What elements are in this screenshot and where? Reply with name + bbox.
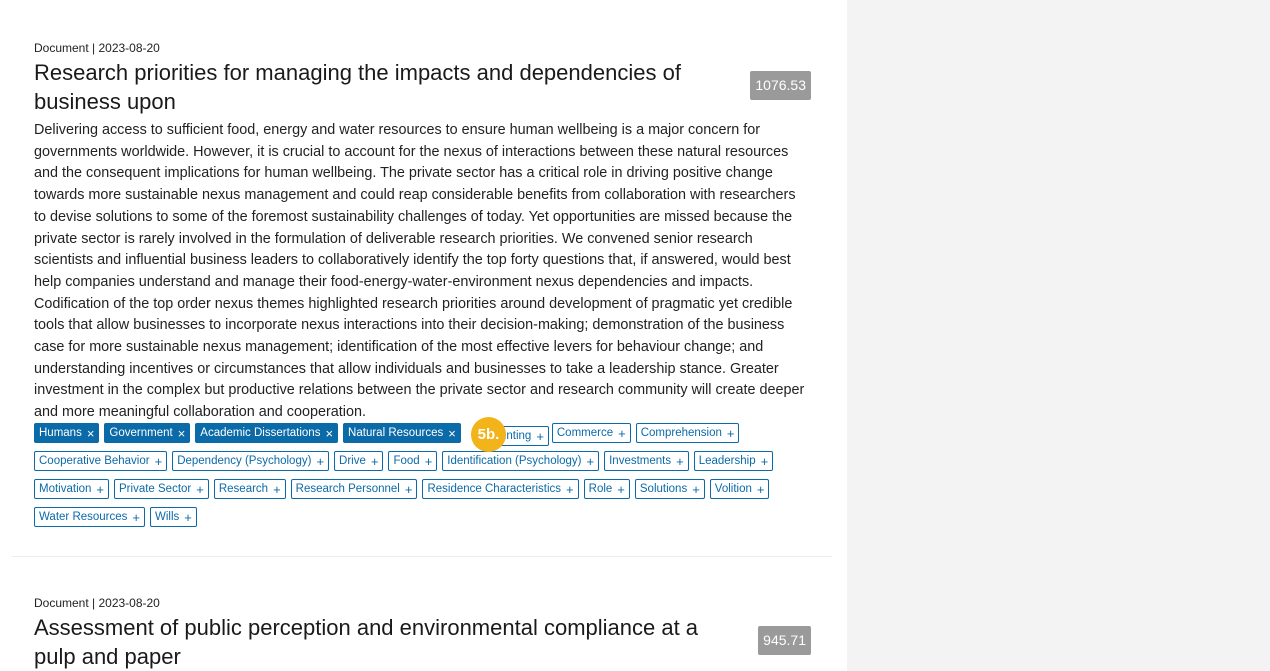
- tag[interactable]: Commerce +: [551, 423, 631, 443]
- tag-label: Leadership: [698, 455, 756, 467]
- result-card: Document | 2023-08-20 Assessment of publ…: [34, 595, 811, 671]
- tag-list: Humans × Government × Academic Dissertatio…: [34, 423, 814, 535]
- plus-icon[interactable]: +: [761, 455, 769, 468]
- plus-icon[interactable]: +: [273, 483, 281, 496]
- close-icon[interactable]: ×: [325, 427, 333, 440]
- tag-label: Drive: [339, 455, 366, 467]
- tag-row: Humans × Government × Academic Dissertatio…: [34, 423, 814, 451]
- results-panel: Document | 2023-08-20 Research prioritie…: [0, 0, 847, 671]
- tag-label: Commerce: [556, 427, 614, 439]
- tag[interactable]: Research +: [213, 479, 286, 499]
- tag[interactable]: Cooperative Behavior +: [34, 451, 168, 471]
- tag-label: Academic Dissertations: [200, 427, 321, 439]
- result-meta: Document | 2023-08-20: [34, 596, 160, 610]
- result-title[interactable]: Research priorities for managing the imp…: [34, 58, 734, 116]
- plus-icon[interactable]: +: [676, 455, 684, 468]
- step-marker-badge: 5b.: [471, 417, 506, 452]
- tag-label: Role: [588, 483, 613, 495]
- tag-label: Research Personnel: [295, 483, 400, 495]
- tag-row: Water Resources + Wills +: [34, 507, 814, 535]
- tag[interactable]: Volition +: [709, 479, 770, 499]
- tag-label: Food: [393, 455, 420, 467]
- side-panel: [847, 0, 1270, 671]
- tag-label: Comprehension: [640, 427, 722, 439]
- tag[interactable]: Water Resources +: [34, 507, 145, 527]
- result-title-row: Assessment of public perception and envi…: [34, 613, 811, 671]
- result-card: Document | 2023-08-20 Research prioritie…: [34, 40, 811, 424]
- close-icon[interactable]: ×: [448, 427, 456, 440]
- tag[interactable]: Identification (Psychology) +: [442, 451, 600, 471]
- tag[interactable]: Dependency (Psychology) +: [172, 451, 330, 471]
- plus-icon[interactable]: +: [425, 455, 433, 468]
- selected-tag[interactable]: Academic Dissertations ×: [195, 423, 339, 443]
- close-icon[interactable]: ×: [87, 427, 95, 440]
- result-title-row: Research priorities for managing the imp…: [34, 58, 811, 116]
- plus-icon[interactable]: +: [132, 511, 140, 524]
- score-badge: 1076.53: [750, 71, 811, 100]
- plus-icon[interactable]: +: [617, 483, 625, 496]
- result-abstract: Delivering access to sufficient food, en…: [34, 122, 805, 421]
- tag-row: Motivation + Private Sector + Research + Re…: [34, 479, 814, 507]
- tag-label: Investments: [609, 455, 672, 467]
- tag-label: Natural Resources: [348, 427, 444, 439]
- tag[interactable]: Role +: [583, 479, 630, 499]
- tag[interactable]: Comprehension +: [635, 423, 740, 443]
- divider: [12, 556, 832, 557]
- selected-tag[interactable]: Government ×: [104, 423, 191, 443]
- result-meta: Document | 2023-08-20: [34, 41, 160, 55]
- plus-icon[interactable]: +: [316, 455, 324, 468]
- tag-label: Identification (Psychology): [447, 455, 582, 467]
- tag[interactable]: Solutions +: [634, 479, 705, 499]
- plus-icon[interactable]: +: [196, 483, 204, 496]
- tag-row: Cooperative Behavior + Dependency (Psycho…: [34, 451, 814, 479]
- plus-icon[interactable]: +: [155, 455, 163, 468]
- tag-label: Government: [109, 427, 173, 439]
- plus-icon[interactable]: +: [96, 483, 104, 496]
- plus-icon[interactable]: +: [727, 427, 735, 440]
- plus-icon[interactable]: +: [757, 483, 765, 496]
- tag-label: Dependency (Psychology): [177, 455, 312, 467]
- tag[interactable]: Investments +: [604, 451, 689, 471]
- tag[interactable]: Residence Characteristics +: [422, 479, 579, 499]
- tag-label: Research: [218, 483, 269, 495]
- plus-icon[interactable]: +: [536, 429, 544, 444]
- selected-tag[interactable]: Natural Resources ×: [343, 423, 461, 443]
- tag-label: Motivation: [39, 483, 92, 495]
- tag[interactable]: Drive +: [334, 451, 384, 471]
- tag-label: Wills: [155, 511, 180, 523]
- tag-label: Residence Characteristics: [427, 483, 562, 495]
- tag[interactable]: Leadership +: [693, 451, 774, 471]
- selected-tag[interactable]: Humans ×: [34, 423, 100, 443]
- tag-label: Solutions: [639, 483, 688, 495]
- plus-icon[interactable]: +: [566, 483, 574, 496]
- tag[interactable]: Private Sector +: [114, 479, 209, 499]
- tag[interactable]: unting +: [500, 426, 549, 446]
- plus-icon[interactable]: +: [405, 483, 413, 496]
- tag-label: Water Resources: [39, 511, 128, 523]
- tag[interactable]: Food +: [388, 451, 438, 471]
- plus-icon[interactable]: +: [184, 511, 192, 524]
- close-icon[interactable]: ×: [178, 427, 186, 440]
- tag-label: Cooperative Behavior: [39, 455, 150, 467]
- plus-icon[interactable]: +: [587, 455, 595, 468]
- result-title[interactable]: Assessment of public perception and envi…: [34, 613, 734, 671]
- score-badge: 945.71: [758, 626, 811, 655]
- tag-label: Private Sector: [119, 483, 192, 495]
- plus-icon[interactable]: +: [692, 483, 700, 496]
- tag-label: Volition: [714, 483, 752, 495]
- tag[interactable]: Research Personnel +: [290, 479, 418, 499]
- tag[interactable]: Wills +: [150, 507, 197, 527]
- tag-label: Humans: [39, 427, 82, 439]
- plus-icon[interactable]: +: [618, 427, 626, 440]
- tag[interactable]: Motivation +: [34, 479, 110, 499]
- plus-icon[interactable]: +: [371, 455, 379, 468]
